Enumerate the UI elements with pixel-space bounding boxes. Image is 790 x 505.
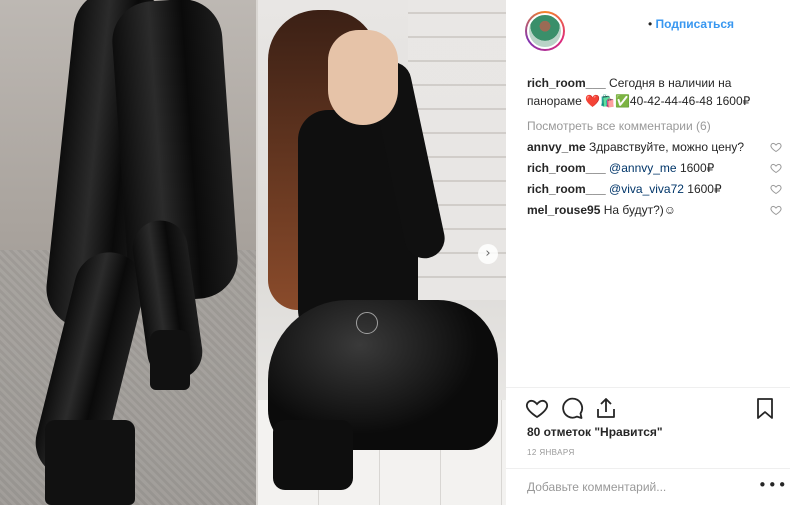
follow-dot: •	[648, 17, 653, 31]
boot-shape	[150, 330, 190, 390]
action-bar	[506, 393, 790, 423]
comment-mention[interactable]: @viva_viva72	[609, 182, 684, 196]
comment-text: 1600₽	[687, 182, 722, 196]
view-all-comments-link[interactable]: Посмотреть все комментарии (6)	[527, 117, 782, 135]
next-photo-button[interactable]: ›	[478, 244, 498, 264]
comment-row: rich_room___ @annvy_me 1600₽	[527, 159, 782, 180]
comment-text: Здравствуйте, можно цену?	[589, 140, 745, 154]
comment-row: mel_rouse95 На будут?)☺	[527, 201, 782, 222]
caption-username[interactable]: rich_room___	[527, 76, 606, 90]
comment-username[interactable]: mel_rouse95	[527, 203, 600, 217]
post-date: 12 ЯНВАРЯ	[527, 448, 575, 457]
heart-small-icon[interactable]	[770, 183, 782, 195]
carousel-indicator	[356, 312, 378, 334]
heart-small-icon[interactable]	[770, 204, 782, 216]
comment-text: На будут?)☺	[603, 203, 677, 217]
heart-icon[interactable]	[525, 396, 549, 420]
add-comment-input[interactable]	[527, 480, 752, 494]
post-header: • Подписаться	[506, 0, 790, 62]
comment-icon[interactable]	[560, 396, 584, 420]
comment-row: rich_room___ @viva_viva72 1600₽	[527, 180, 782, 201]
post-caption: rich_room___ Сегодня в наличии на панора…	[527, 74, 782, 110]
face-shape	[328, 30, 398, 125]
comment-username[interactable]: annvy_me	[527, 140, 586, 154]
photo-left-panel	[0, 0, 256, 505]
comment-mention[interactable]: @annvy_me	[609, 161, 677, 175]
photo-right-panel	[258, 0, 506, 505]
boot-shape	[45, 420, 135, 505]
post-side-panel: • Подписаться rich_room___ Сегодня в нал…	[506, 0, 790, 505]
comment-text: 1600₽	[679, 161, 715, 175]
avatar-image	[527, 13, 563, 49]
bookmark-icon[interactable]	[753, 396, 777, 420]
likes-count[interactable]: 80 отметок "Нравится"	[527, 425, 663, 439]
heart-small-icon[interactable]	[770, 162, 782, 174]
comments-section: rich_room___ Сегодня в наличии на панора…	[527, 74, 782, 222]
follow-button[interactable]: • Подписаться	[648, 17, 734, 31]
post-photo[interactable]: ›	[0, 0, 506, 505]
comment-username[interactable]: rich_room___	[527, 182, 606, 196]
heart-small-icon[interactable]	[770, 141, 782, 153]
more-options-button[interactable]: •••	[758, 476, 788, 494]
avatar[interactable]	[525, 11, 565, 51]
comment-username[interactable]: rich_room___	[527, 161, 606, 175]
divider	[506, 468, 790, 469]
follow-label: Подписаться	[655, 17, 735, 31]
share-icon[interactable]	[594, 396, 618, 420]
divider	[506, 387, 790, 388]
boot-shape	[273, 420, 353, 490]
comment-row: annvy_me Здравствуйте, можно цену?	[527, 138, 782, 159]
